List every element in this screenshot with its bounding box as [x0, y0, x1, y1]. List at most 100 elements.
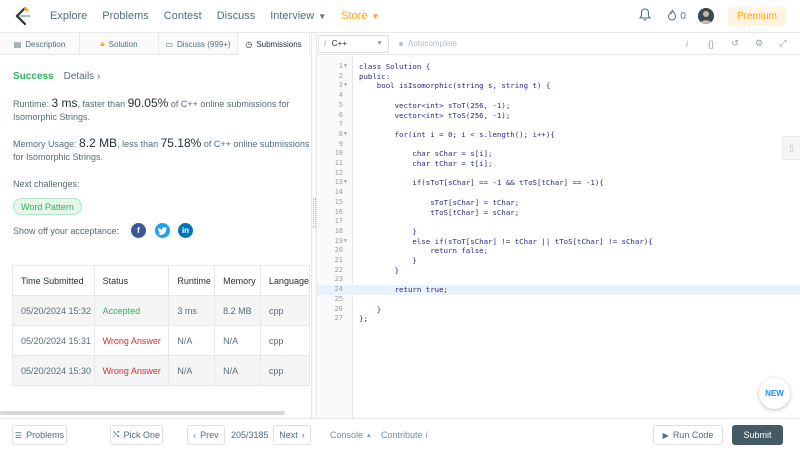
code-line[interactable]: 27}; — [317, 314, 800, 324]
line-number: 24 — [334, 285, 343, 294]
next-challenge-tag[interactable]: Word Pattern — [13, 198, 82, 215]
cell-status-link[interactable]: Accepted — [93, 295, 170, 326]
code-line[interactable]: 18 } — [317, 227, 800, 237]
streak-counter[interactable]: 0 — [667, 9, 686, 24]
tab-discuss[interactable]: ▭ Discuss (999+) — [159, 33, 238, 55]
nav-contest[interactable]: Contest — [164, 10, 202, 22]
code-line[interactable]: 3 ▼ bool isIsomorphic(string s, string t)… — [317, 81, 800, 91]
code-line[interactable]: 14 — [317, 188, 800, 198]
code-line[interactable]: 10 char sChar = s[i]; — [317, 149, 800, 159]
code-line[interactable]: 9 — [317, 140, 800, 150]
code-line[interactable]: 15 sToT[sChar] = tChar; — [317, 198, 800, 208]
code-line[interactable]: 25 — [317, 295, 800, 305]
code-line[interactable]: 24 return true; — [317, 285, 800, 295]
code-line[interactable]: 23 — [317, 275, 800, 285]
table-row[interactable]: 05/20/2024 15:32 Accepted 3 ms 8.2 MB cp… — [12, 295, 310, 326]
streak-count: 0 — [680, 10, 686, 22]
premium-button[interactable]: Premium — [727, 6, 786, 26]
submit-button[interactable]: Submit — [732, 425, 783, 445]
code-line[interactable]: 12 — [317, 169, 800, 179]
fold-arrow-icon[interactable]: ▼ — [344, 178, 347, 188]
code-text: char tChar = t[i]; — [359, 159, 493, 168]
nav-store[interactable]: Store ▼ — [341, 10, 379, 22]
braces-icon[interactable]: {} — [704, 37, 718, 51]
bell-icon[interactable] — [639, 8, 652, 24]
cell-status-link[interactable]: Wrong Answer — [93, 355, 170, 386]
column-header-memory: Memory — [214, 265, 261, 296]
nav-discuss[interactable]: Discuss — [217, 10, 256, 22]
horizontal-scrollbar[interactable] — [0, 411, 285, 415]
code-line[interactable]: 6 vector<int> tToS(256, -1); — [317, 111, 800, 121]
nav-interview[interactable]: Interview ▼ — [270, 10, 326, 22]
line-number: 11 — [334, 159, 343, 167]
contribute-link[interactable]: Contribute i — [381, 430, 428, 440]
code-line[interactable]: 5 vector<int> sToT(256, -1); — [317, 101, 800, 111]
tab-submissions[interactable]: ◷ Submissions — [238, 33, 310, 55]
toggle-dot-icon — [399, 41, 403, 46]
nav-store-label: Store — [341, 10, 368, 22]
twitter-icon[interactable] — [155, 223, 170, 238]
code-text: } — [359, 265, 400, 275]
console-toggle[interactable]: Console ▴ — [330, 430, 371, 440]
side-panel-tab[interactable]: ▯ — [782, 136, 800, 160]
line-number: 9 — [338, 139, 343, 148]
chat-icon: ▭ — [165, 39, 173, 49]
line-number: 10 — [334, 149, 343, 158]
tab-description[interactable]: ▤ Description — [0, 33, 80, 55]
tab-solution[interactable]: 🔒︎ Solution — [80, 33, 159, 55]
submission-result-panel: Success Details › Runtime: 3 ms, faster … — [0, 56, 310, 416]
code-line[interactable]: 11 char tChar = t[i]; — [317, 159, 800, 169]
line-number: 4 — [338, 91, 343, 100]
editor-toolbar: i C++ ▼ Autocomplete i {} ↺ ⚙ ⤢ — [317, 33, 800, 55]
language-select[interactable]: i C++ ▼ — [318, 34, 389, 53]
avatar[interactable] — [697, 8, 714, 24]
table-row[interactable]: 05/20/2024 15:31 Wrong Answer N/A N/A cp… — [12, 325, 310, 356]
code-line[interactable]: 7 — [317, 120, 800, 130]
code-line[interactable]: 19 ▼ else if(sToT[sChar] != tChar || tToS… — [317, 237, 800, 247]
run-code-button[interactable]: ▶ Run Code — [653, 425, 723, 445]
nav-explore[interactable]: Explore — [50, 10, 87, 22]
line-number: 13 — [334, 178, 343, 187]
details-label: Details — [63, 71, 95, 82]
code-editor[interactable]: 1 ▼ class Solution {2 public: 3 ▼ bool isIsom… — [317, 56, 800, 418]
info-icon[interactable]: i — [680, 37, 694, 51]
settings-icon[interactable]: ⚙ — [752, 37, 766, 51]
new-feature-button[interactable]: NEW — [759, 378, 790, 409]
code-line[interactable]: 17 — [317, 217, 800, 227]
code-line[interactable]: 2 public: — [317, 72, 800, 82]
clock-icon: ◷ — [245, 39, 253, 49]
next-button[interactable]: Next › — [273, 425, 311, 445]
memory-value: 8.2 MB — [79, 136, 118, 150]
code-line[interactable]: 22 } — [317, 266, 800, 276]
linkedin-icon[interactable]: in — [178, 223, 193, 238]
autocomplete-toggle[interactable]: Autocomplete — [399, 39, 457, 48]
fold-arrow-icon[interactable]: ▼ — [344, 81, 347, 91]
code-line[interactable]: 16 tToS[tChar] = sChar; — [317, 208, 800, 218]
table-row[interactable]: 05/20/2024 15:30 Wrong Answer N/A N/A cp… — [12, 355, 310, 386]
code-line[interactable]: 26 } — [317, 305, 800, 315]
line-number: 7 — [338, 120, 343, 129]
runtime-percentile: 90.05% — [127, 96, 169, 110]
code-line[interactable]: 1 ▼ class Solution { — [317, 62, 800, 72]
cell-status-link[interactable]: Wrong Answer — [93, 325, 170, 356]
leetcode-logo[interactable] — [12, 5, 34, 27]
nav-problems[interactable]: Problems — [102, 10, 148, 22]
facebook-icon[interactable]: f — [131, 223, 146, 238]
code-line[interactable]: 4 — [317, 91, 800, 101]
code-line[interactable]: 13 ▼ if(sToT[sChar] == -1 && tToS[tChar] … — [317, 178, 800, 188]
code-text: sToT[sChar] = tChar; — [359, 197, 520, 207]
column-header-status: Status — [93, 265, 170, 296]
prev-button[interactable]: ‹ Prev — [187, 425, 225, 445]
pick-one-button[interactable]: ⤭ Pick One — [110, 425, 163, 445]
fold-arrow-icon[interactable]: ▼ — [344, 62, 347, 72]
reset-icon[interactable]: ↺ — [728, 37, 742, 51]
problems-button[interactable]: ☰ Problems — [12, 425, 67, 445]
details-link[interactable]: Details › — [64, 71, 101, 82]
code-line[interactable]: 8 ▼ for(int i = 0; i < s.length(); i++){ — [317, 130, 800, 140]
fullscreen-icon[interactable]: ⤢ — [776, 37, 790, 51]
fold-arrow-icon[interactable]: ▼ — [344, 237, 347, 247]
fold-arrow-icon[interactable]: ▼ — [344, 130, 347, 140]
code-text: char sChar = s[i]; — [359, 149, 493, 159]
code-line[interactable]: 21 } — [317, 256, 800, 266]
code-line[interactable]: 20 return false; — [317, 246, 800, 256]
